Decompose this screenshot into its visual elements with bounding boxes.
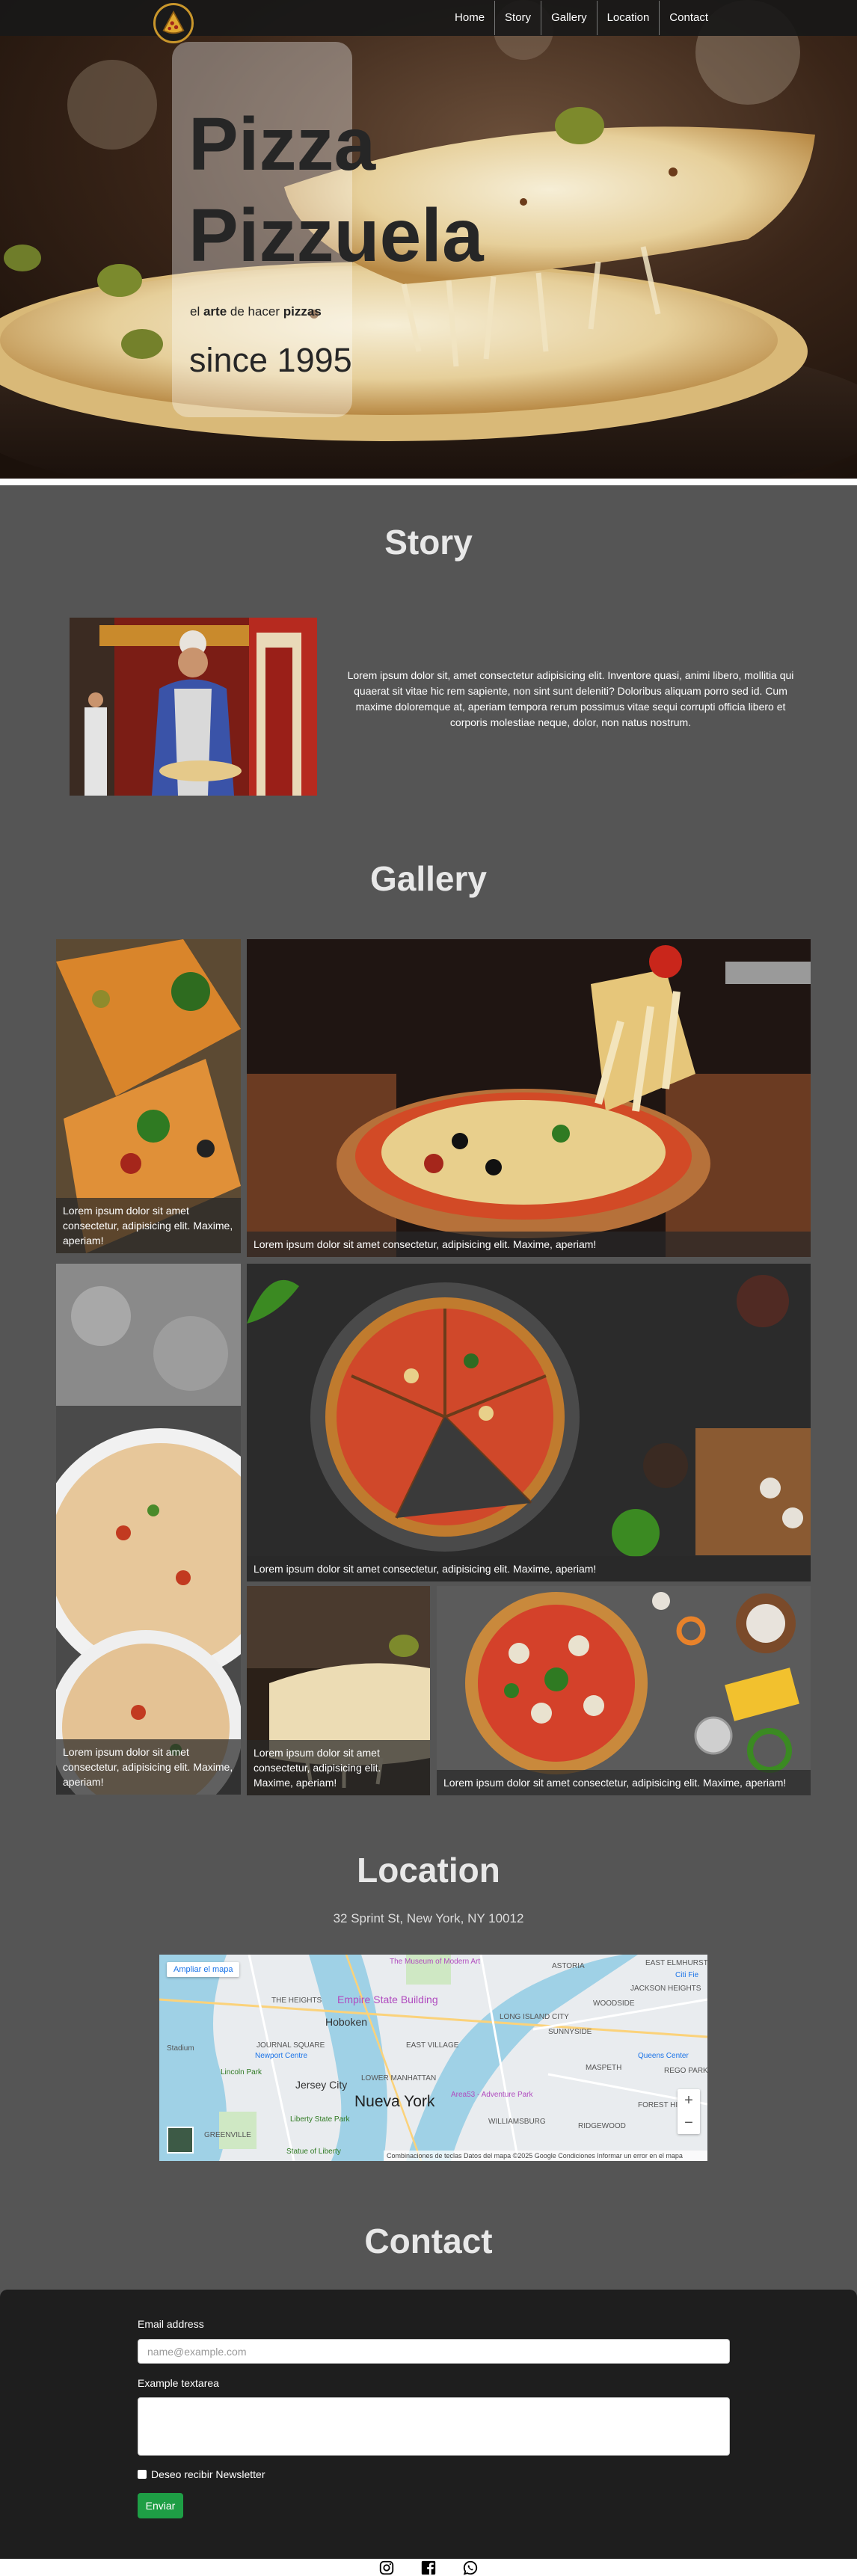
- map-label-liberty: Liberty State Park: [290, 2115, 350, 2124]
- map-label-journal-square: JOURNAL SQUARE: [257, 2041, 325, 2050]
- hero-title-line-2: Pizzuela: [188, 194, 484, 277]
- gallery-item-4[interactable]: Lorem ipsum dolor sit amet consectetur, …: [247, 1264, 811, 1581]
- map-zoom-in-button[interactable]: +: [678, 2089, 700, 2112]
- gallery-item-3[interactable]: Lorem ipsum dolor sit amet consectetur, …: [56, 1264, 241, 1795]
- gallery-item-6[interactable]: Lorem ipsum dolor sit amet consectetur, …: [437, 1586, 811, 1795]
- navbar: Home Story Gallery Location Contact: [0, 0, 857, 43]
- map-label-newport: Newport Centre: [255, 2052, 308, 2060]
- gallery-title: Gallery: [370, 859, 487, 898]
- map-label-elmhurst: EAST ELMHURST: [645, 1959, 707, 1967]
- hero-title-line-1: Pizza: [188, 102, 376, 186]
- nav-location[interactable]: Location: [596, 1, 660, 35]
- gallery-caption-4: Lorem ipsum dolor sit amet consectetur, …: [247, 1556, 811, 1581]
- map-label-the-heights: THE HEIGHTS: [271, 1996, 322, 2005]
- hero-tagline: el arte de hacer pizzas: [190, 304, 322, 319]
- story-text: Lorem ipsum dolor sit, amet consectetur …: [347, 669, 794, 728]
- gallery-item-2[interactable]: Lorem ipsum dolor sit amet consectetur, …: [247, 939, 811, 1257]
- story-photo: [70, 618, 317, 796]
- map-satellite-toggle[interactable]: [167, 2127, 194, 2154]
- textarea-label: Example textarea: [138, 2377, 219, 2389]
- nav-links: Home Story Gallery Location Contact: [445, 0, 718, 36]
- story-title: Story: [384, 523, 473, 562]
- hero-divider: [0, 479, 857, 485]
- tagline-arte: arte: [203, 304, 227, 319]
- gallery-caption-5: Lorem ipsum dolor sit amet consectetur, …: [247, 1740, 430, 1795]
- map-label-museum: The Museum of Modern Art: [390, 1958, 481, 1966]
- map-label-woodside: WOODSIDE: [593, 1999, 635, 2008]
- map-label-queens: Queens Center: [638, 2052, 689, 2060]
- map-label-jersey-city: Jersey City: [295, 2079, 348, 2091]
- contact-title: Contact: [364, 2222, 493, 2260]
- map-label-area53: Area53 - Adventure Park: [451, 2091, 533, 2099]
- gallery-item-5[interactable]: Lorem ipsum dolor sit amet consectetur, …: [247, 1586, 430, 1795]
- gallery-image-4: [247, 1264, 811, 1581]
- nav-contact[interactable]: Contact: [659, 1, 718, 35]
- map-label-statue: Statue of Liberty: [286, 2148, 341, 2156]
- map-label-lower-manhattan: LOWER MANHATTAN: [361, 2074, 437, 2082]
- map-label-rego-park: REGO PARK: [664, 2067, 707, 2075]
- newsletter-label: Deseo recibir Newsletter: [151, 2468, 265, 2480]
- location-address: 32 Sprint St, New York, NY 10012: [333, 1911, 524, 1925]
- map-zoom-controls: + −: [678, 2089, 700, 2134]
- gallery-item-1[interactable]: Lorem ipsum dolor sit amet consectetur, …: [56, 939, 241, 1253]
- map-expand-link[interactable]: Ampliar el mapa: [167, 1962, 240, 1977]
- map-label-empire: Empire State Building: [337, 1994, 438, 2005]
- map-label-nueva-york: Nueva York: [354, 2093, 435, 2110]
- map-label-ridgewood: RIDGEWOOD: [578, 2122, 626, 2130]
- map-label-sunnyside: SUNNYSIDE: [548, 2028, 592, 2036]
- gallery-image-2: [247, 939, 811, 1257]
- message-textarea[interactable]: [138, 2397, 730, 2456]
- gallery-caption-2: Lorem ipsum dolor sit amet consectetur, …: [247, 1232, 811, 1257]
- tagline-el: el: [190, 304, 200, 319]
- instagram-icon[interactable]: [378, 2560, 395, 2576]
- map-label-hoboken: Hoboken: [325, 2016, 368, 2028]
- map-footer: Combinaciones de teclas Datos del mapa ©…: [384, 2151, 707, 2161]
- map-label-maspeth: MASPETH: [586, 2064, 622, 2072]
- map-label-jackson-heights: JACKSON HEIGHTS: [630, 1985, 701, 1993]
- footer: [0, 2559, 857, 2576]
- pizza-logo-icon[interactable]: [153, 3, 194, 43]
- tagline-pizzas: pizzas: [283, 304, 322, 319]
- map-label-citi-field: Citi Fie: [675, 1971, 699, 1979]
- location-title: Location: [357, 1851, 500, 1890]
- map-zoom-out-button[interactable]: −: [678, 2112, 700, 2134]
- nav-story[interactable]: Story: [494, 1, 541, 35]
- map-label-williamsburg: WILLIAMSBURG: [488, 2118, 546, 2126]
- facebook-icon[interactable]: [420, 2560, 437, 2576]
- map-label-east-village: EAST VILLAGE: [406, 2041, 459, 2050]
- hero-since: since 1995: [189, 341, 352, 379]
- tagline-de-hacer: de hacer: [230, 304, 280, 319]
- map-label-long-island-city: LONG ISLAND CITY: [500, 2013, 569, 2021]
- map-label-greenville: GREENVILLE: [204, 2131, 251, 2139]
- map-label-lincoln: Lincoln Park: [221, 2068, 262, 2077]
- gallery-image-6: [437, 1586, 811, 1795]
- whatsapp-icon[interactable]: [462, 2560, 479, 2576]
- submit-button[interactable]: Enviar: [138, 2493, 183, 2518]
- newsletter-row: Deseo recibir Newsletter: [138, 2468, 265, 2480]
- gallery-caption-6: Lorem ipsum dolor sit amet consectetur, …: [437, 1770, 811, 1795]
- map-label-stadium: Stadium: [167, 2044, 194, 2053]
- gallery-image-3: [56, 1264, 241, 1795]
- nav-gallery[interactable]: Gallery: [541, 1, 597, 35]
- google-map[interactable]: Ampliar el mapa The Museum of Modern Art…: [159, 1955, 707, 2161]
- email-label: Email address: [138, 2318, 204, 2330]
- newsletter-checkbox[interactable]: [138, 2470, 147, 2479]
- email-field[interactable]: [138, 2339, 730, 2364]
- gallery-caption-3: Lorem ipsum dolor sit amet consectetur, …: [56, 1739, 241, 1795]
- map-label-astoria: ASTORIA: [552, 1962, 585, 1970]
- gallery-caption-1: Lorem ipsum dolor sit amet consectetur, …: [56, 1198, 241, 1253]
- nav-home[interactable]: Home: [445, 1, 494, 35]
